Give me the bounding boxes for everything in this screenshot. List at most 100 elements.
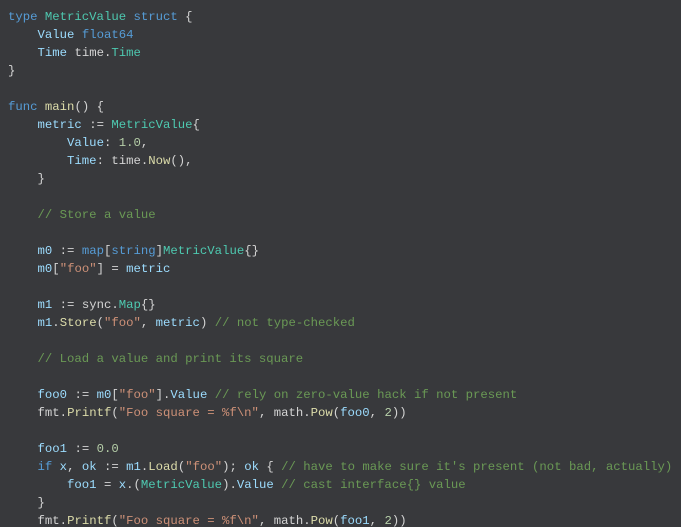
token-pl: { bbox=[178, 10, 193, 24]
token-fld: m0 bbox=[38, 244, 53, 258]
token-pl: {} bbox=[141, 298, 156, 312]
token-pl: {} bbox=[244, 244, 259, 258]
code-line: m1.Store("foo", metric) // not type-chec… bbox=[8, 316, 355, 330]
token-pl bbox=[207, 388, 214, 402]
token-pl: ] = bbox=[97, 262, 127, 276]
token-fn: Now bbox=[148, 154, 170, 168]
token-pl: .( bbox=[126, 478, 141, 492]
code-line: foo1 = x.(MetricValue).Value // cast int… bbox=[8, 478, 466, 492]
token-fld: x bbox=[119, 478, 126, 492]
token-pl: )) bbox=[392, 514, 407, 527]
code-line: fmt.Printf("Foo square = %f\n", math.Pow… bbox=[8, 514, 407, 527]
code-line: Time time.Time bbox=[8, 46, 141, 60]
code-line: foo0 := m0["foo"].Value // rely on zero-… bbox=[8, 388, 517, 402]
token-pl: = bbox=[97, 478, 119, 492]
token-fld: foo1 bbox=[38, 442, 68, 456]
token-pl: )) bbox=[392, 406, 407, 420]
token-fld: Value bbox=[67, 136, 104, 150]
token-fn: Printf bbox=[67, 406, 111, 420]
token-fld: foo1 bbox=[67, 478, 97, 492]
code-editor[interactable]: type MetricValue struct { Value float64 … bbox=[0, 0, 681, 527]
code-line: if x, ok := m1.Load("foo"); ok { // have… bbox=[8, 460, 672, 474]
code-line: } bbox=[8, 496, 45, 510]
token-kw: float64 bbox=[82, 28, 134, 42]
token-pl: { bbox=[259, 460, 281, 474]
code-line-comment: // Load a value and print its square bbox=[8, 352, 303, 366]
code-line: type MetricValue struct { bbox=[8, 10, 193, 24]
token-fld: Time bbox=[38, 46, 68, 60]
token-num: 1.0 bbox=[119, 136, 141, 150]
token-str: "foo" bbox=[60, 262, 97, 276]
code-line: func main() { bbox=[8, 100, 104, 114]
token-typ: MetricValue bbox=[45, 10, 126, 24]
token-pl: := sync. bbox=[52, 298, 118, 312]
token-kw: type bbox=[8, 10, 45, 24]
token-fld: m0 bbox=[97, 388, 112, 402]
token-num: 2 bbox=[384, 514, 391, 527]
code-line: } bbox=[8, 64, 15, 78]
token-fld: ok bbox=[82, 460, 97, 474]
token-pl: [ bbox=[111, 388, 118, 402]
token-fld: ok bbox=[244, 460, 259, 474]
token-pl: ( bbox=[111, 406, 118, 420]
token-kw: if bbox=[38, 460, 60, 474]
token-com: // Store a value bbox=[38, 208, 156, 222]
code-line: foo1 := 0.0 bbox=[8, 442, 119, 456]
token-pl: } bbox=[38, 172, 45, 186]
token-fld: x bbox=[60, 460, 67, 474]
token-num: 2 bbox=[384, 406, 391, 420]
token-pl: := bbox=[97, 460, 127, 474]
token-kw: struct bbox=[133, 10, 177, 24]
token-typ: MetricValue bbox=[163, 244, 244, 258]
token-fn: Load bbox=[148, 460, 178, 474]
token-pl: , math. bbox=[259, 514, 311, 527]
token-pl: [ bbox=[52, 262, 59, 276]
token-com: // cast interface{} value bbox=[281, 478, 465, 492]
token-fn: Store bbox=[60, 316, 97, 330]
token-pl: fmt. bbox=[38, 406, 68, 420]
token-pl: , bbox=[67, 460, 82, 474]
code-line: Value: 1.0, bbox=[8, 136, 148, 150]
code-line: Time: time.Now(), bbox=[8, 154, 193, 168]
token-pl: ); bbox=[222, 460, 244, 474]
token-kw: map bbox=[82, 244, 104, 258]
token-pl: , math. bbox=[259, 406, 311, 420]
code-line: m1 := sync.Map{} bbox=[8, 298, 156, 312]
token-com: // rely on zero-value hack if not presen… bbox=[215, 388, 518, 402]
token-pl: ). bbox=[222, 478, 237, 492]
token-fld: foo1 bbox=[340, 514, 370, 527]
code-line: Value float64 bbox=[8, 28, 133, 42]
token-fld: m1 bbox=[38, 298, 53, 312]
token-pl: } bbox=[38, 496, 45, 510]
token-typ: Map bbox=[119, 298, 141, 312]
token-pl: fmt. bbox=[38, 514, 68, 527]
token-fld: metric bbox=[156, 316, 200, 330]
token-num: 0.0 bbox=[97, 442, 119, 456]
token-pl: . bbox=[52, 316, 59, 330]
token-fld: foo0 bbox=[340, 406, 370, 420]
code-line: metric := MetricValue{ bbox=[8, 118, 200, 132]
token-pl: := bbox=[52, 244, 82, 258]
code-line: m0 := map[string]MetricValue{} bbox=[8, 244, 259, 258]
token-pl bbox=[74, 28, 81, 42]
token-pl: ]. bbox=[156, 388, 171, 402]
token-com: // have to make sure it's present (not b… bbox=[281, 460, 672, 474]
token-str: "Foo square = %f\n" bbox=[119, 406, 259, 420]
token-fn: Pow bbox=[311, 514, 333, 527]
token-fld: m1 bbox=[38, 316, 53, 330]
token-fn: main bbox=[45, 100, 75, 114]
token-fld: m0 bbox=[38, 262, 53, 276]
token-kw: func bbox=[8, 100, 45, 114]
token-typ: MetricValue bbox=[141, 478, 222, 492]
token-fld: Value bbox=[237, 478, 274, 492]
token-pl: := bbox=[67, 442, 97, 456]
token-pl: , bbox=[141, 136, 148, 150]
token-fn: Printf bbox=[67, 514, 111, 527]
token-com: // not type-checked bbox=[215, 316, 355, 330]
token-pl: () { bbox=[74, 100, 104, 114]
token-fld: Value bbox=[170, 388, 207, 402]
token-fld: metric bbox=[126, 262, 170, 276]
token-typ: MetricValue bbox=[111, 118, 192, 132]
code-line: fmt.Printf("Foo square = %f\n", math.Pow… bbox=[8, 406, 407, 420]
token-pl: : bbox=[104, 136, 119, 150]
